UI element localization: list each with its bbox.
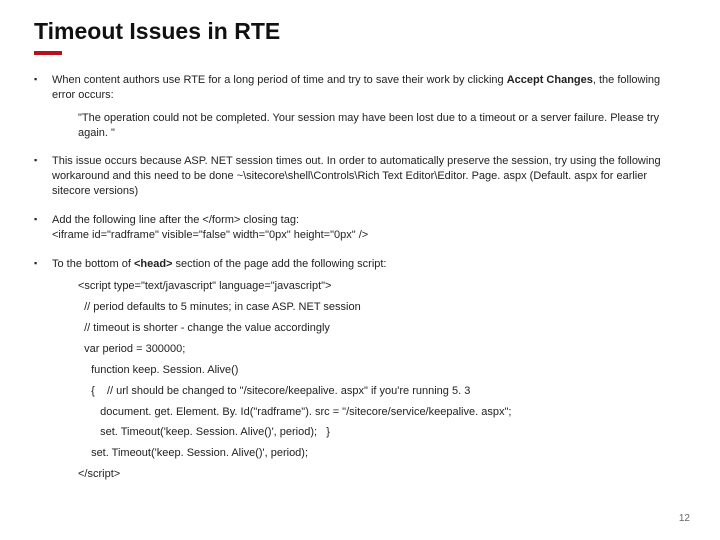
code-line: </script> xyxy=(78,467,686,482)
bullet-3: Add the following line after the </form>… xyxy=(34,213,686,243)
error-quote: "The operation could not be completed. Y… xyxy=(78,111,686,141)
code-line: { // url should be changed to "/sitecore… xyxy=(78,384,686,399)
code-line: // timeout is shorter - change the value… xyxy=(78,321,686,336)
code-line: document. get. Element. By. Id("radframe… xyxy=(78,405,686,420)
bullet-list: When content authors use RTE for a long … xyxy=(34,73,686,482)
bullet-2: This issue occurs because ASP. NET sessi… xyxy=(34,154,686,199)
bullet-3-line1: Add the following line after the </form>… xyxy=(52,214,299,226)
script-block: <script type="text/javascript" language=… xyxy=(78,279,686,481)
bullet-4-post: section of the page add the following sc… xyxy=(172,258,386,270)
slide: Timeout Issues in RTE When content autho… xyxy=(0,0,720,540)
bullet-1: When content authors use RTE for a long … xyxy=(34,73,686,140)
code-line: // period defaults to 5 minutes; in case… xyxy=(78,300,686,315)
page-number: 12 xyxy=(679,513,690,524)
bullet-3-line2: <iframe id="radframe" visible="false" wi… xyxy=(52,229,368,241)
code-line: <script type="text/javascript" language=… xyxy=(78,279,686,294)
code-line: function keep. Session. Alive() xyxy=(78,363,686,378)
bullet-4: To the bottom of <head> section of the p… xyxy=(34,257,686,482)
bullet-4-pre: To the bottom of xyxy=(52,258,134,270)
accent-bar xyxy=(34,51,62,55)
bullet-1-bold: Accept Changes xyxy=(507,74,593,86)
bullet-4-bold: <head> xyxy=(134,258,173,270)
code-line: set. Timeout('keep. Session. Alive()', p… xyxy=(78,446,686,461)
slide-title: Timeout Issues in RTE xyxy=(34,18,686,45)
code-line: var period = 300000; xyxy=(78,342,686,357)
bullet-1-pre: When content authors use RTE for a long … xyxy=(52,74,507,86)
code-line: set. Timeout('keep. Session. Alive()', p… xyxy=(78,425,686,440)
